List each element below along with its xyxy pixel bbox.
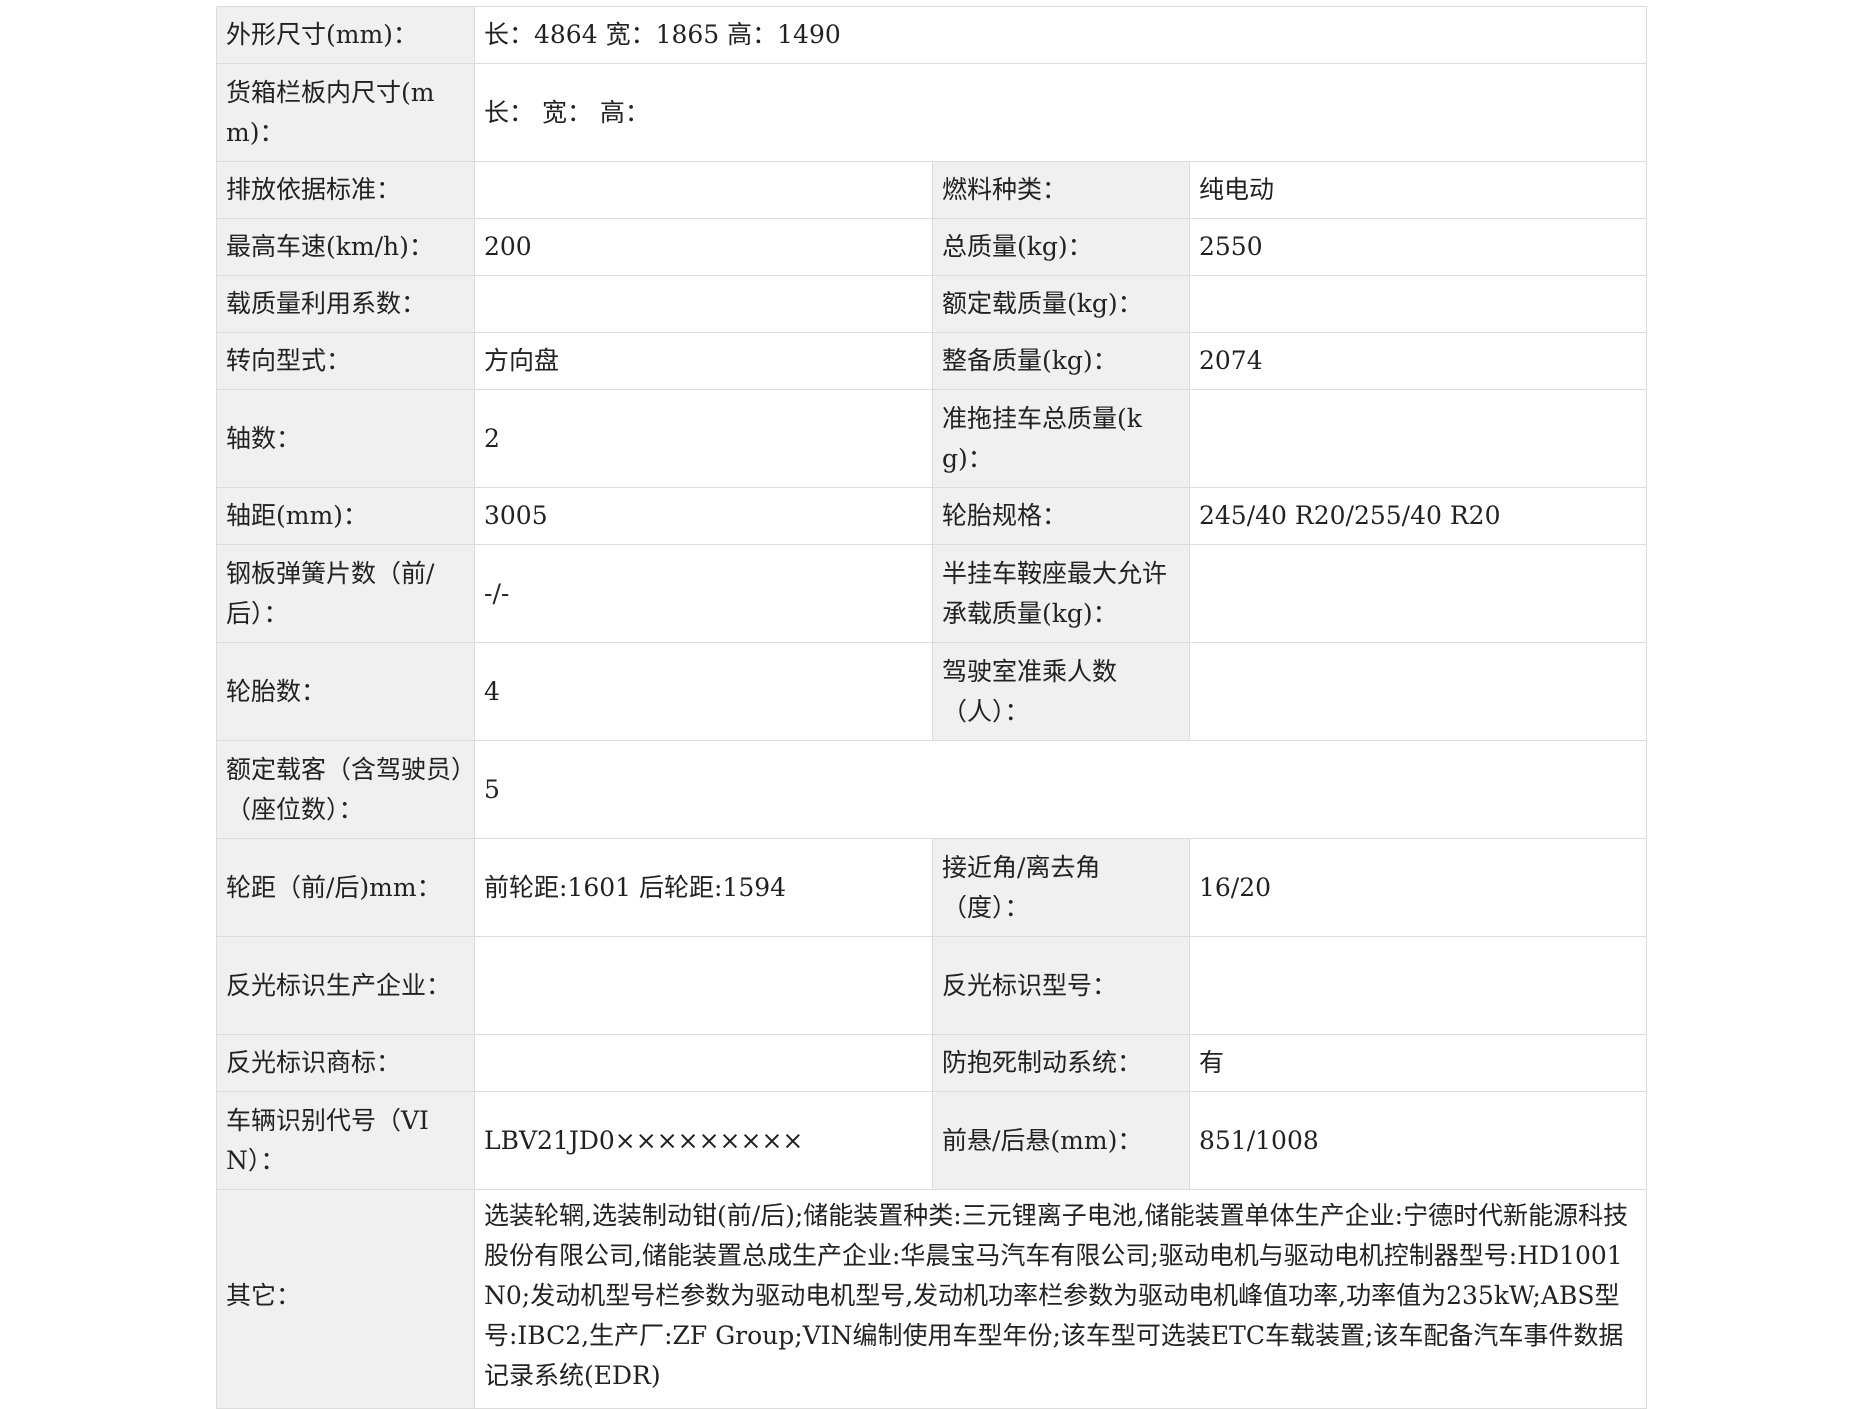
spec-label-reflector-manufacturer: 反光标识生产企业： <box>216 936 475 1035</box>
spec-value-wheelbase: 3005 <box>474 487 933 545</box>
spec-label-tire-count: 轮胎数： <box>216 642 475 741</box>
table-row: 货箱栏板内尺寸(mm)： 长： 宽： 高： <box>216 63 1648 162</box>
table-row: 钢板弹簧片数（前/后）： -/- 半挂车鞍座最大允许承载质量(kg)： <box>216 544 1648 643</box>
spec-label-approach-departure-angle: 接近角/离去角（度）： <box>932 838 1190 937</box>
table-row: 车辆识别代号（VIN）： LBV21JD0××××××××× 前悬/后悬(mm)… <box>216 1091 1648 1190</box>
spec-label-other: 其它： <box>216 1189 475 1409</box>
spec-label-wheelbase: 轴距(mm)： <box>216 487 475 545</box>
spec-label-emission-standard: 排放依据标准： <box>216 161 475 219</box>
table-row: 其它： 选装轮辋,选装制动钳(前/后);储能装置种类:三元锂离子电池,储能装置单… <box>216 1189 1648 1409</box>
table-row: 轴数： 2 准拖挂车总质量(kg)： <box>216 389 1648 488</box>
spec-label-fuel-type: 燃料种类： <box>932 161 1190 219</box>
spec-value-fuel-type: 纯电动 <box>1188 161 1648 219</box>
spec-label-tire-spec: 轮胎规格： <box>932 487 1190 545</box>
spec-label-curb-mass: 整备质量(kg)： <box>932 332 1190 390</box>
table-row: 轮胎数： 4 驾驶室准乘人数（人）： <box>216 642 1648 741</box>
spec-value-curb-mass: 2074 <box>1188 332 1648 390</box>
spec-value-rated-passengers: 5 <box>473 740 1648 839</box>
spec-value-rated-load <box>1188 275 1648 333</box>
spec-value-axle-count: 2 <box>474 389 933 488</box>
spec-value-steering-type: 方向盘 <box>474 332 933 390</box>
spec-label-axle-count: 轴数： <box>216 389 475 488</box>
spec-value-reflector-model <box>1188 936 1648 1035</box>
spec-label-leaf-springs: 钢板弹簧片数（前/后）： <box>216 544 475 643</box>
spec-value-dimensions: 长：4864 宽：1865 高：1490 <box>473 6 1648 64</box>
spec-value-max-speed: 200 <box>474 218 933 276</box>
table-row: 载质量利用系数： 额定载质量(kg)： <box>216 275 1648 333</box>
spec-label-trailer-mass: 准拖挂车总质量(kg)： <box>932 389 1190 488</box>
vehicle-spec-table: 外形尺寸(mm)： 长：4864 宽：1865 高：1490 货箱栏板内尺寸(m… <box>216 6 1648 1409</box>
spec-value-load-utilization <box>474 275 933 333</box>
spec-value-vin: LBV21JD0××××××××× <box>474 1091 933 1190</box>
spec-label-saddle-load: 半挂车鞍座最大允许承载质量(kg)： <box>932 544 1190 643</box>
spec-label-vin: 车辆识别代号（VIN）： <box>216 1091 475 1190</box>
spec-label-gross-mass: 总质量(kg)： <box>932 218 1190 276</box>
spec-value-emission-standard <box>474 161 933 219</box>
table-row: 额定载客（含驾驶员）（座位数）： 5 <box>216 740 1648 839</box>
spec-label-reflector-brand: 反光标识商标： <box>216 1034 475 1092</box>
spec-label-rated-passengers: 额定载客（含驾驶员）（座位数）： <box>216 740 475 839</box>
spec-label-reflector-model: 反光标识型号： <box>932 936 1190 1035</box>
table-row: 转向型式： 方向盘 整备质量(kg)： 2074 <box>216 332 1648 390</box>
spec-value-cargo-box-dimensions: 长： 宽： 高： <box>473 63 1648 162</box>
spec-label-abs: 防抱死制动系统： <box>932 1034 1190 1092</box>
table-row: 外形尺寸(mm)： 长：4864 宽：1865 高：1490 <box>216 6 1648 64</box>
spec-label-max-speed: 最高车速(km/h)： <box>216 218 475 276</box>
spec-value-reflector-manufacturer <box>474 936 933 1035</box>
spec-value-gross-mass: 2550 <box>1188 218 1648 276</box>
spec-label-cargo-box-dimensions: 货箱栏板内尺寸(mm)： <box>216 63 475 162</box>
spec-value-cab-occupants <box>1188 642 1648 741</box>
spec-value-tire-spec: 245/40 R20/255/40 R20 <box>1188 487 1648 545</box>
spec-value-overhang: 851/1008 <box>1188 1091 1648 1190</box>
spec-value-other: 选装轮辋,选装制动钳(前/后);储能装置种类:三元锂离子电池,储能装置单体生产企… <box>473 1189 1648 1409</box>
spec-label-steering-type: 转向型式： <box>216 332 475 390</box>
spec-label-dimensions: 外形尺寸(mm)： <box>216 6 475 64</box>
spec-label-track-width: 轮距（前/后)mm： <box>216 838 475 937</box>
spec-value-tire-count: 4 <box>474 642 933 741</box>
spec-label-load-utilization: 载质量利用系数： <box>216 275 475 333</box>
table-row: 反光标识商标： 防抱死制动系统： 有 <box>216 1034 1648 1092</box>
spec-value-leaf-springs: -/- <box>474 544 933 643</box>
spec-value-reflector-brand <box>474 1034 933 1092</box>
spec-label-cab-occupants: 驾驶室准乘人数（人）： <box>932 642 1190 741</box>
spec-label-rated-load: 额定载质量(kg)： <box>932 275 1190 333</box>
spec-value-abs: 有 <box>1188 1034 1648 1092</box>
spec-value-approach-departure-angle: 16/20 <box>1188 838 1648 937</box>
table-row: 排放依据标准： 燃料种类： 纯电动 <box>216 161 1648 219</box>
spec-value-saddle-load <box>1188 544 1648 643</box>
table-row: 轮距（前/后)mm： 前轮距:1601 后轮距:1594 接近角/离去角（度）：… <box>216 838 1648 937</box>
table-row: 反光标识生产企业： 反光标识型号： <box>216 936 1648 1035</box>
spec-value-track-width: 前轮距:1601 后轮距:1594 <box>474 838 933 937</box>
spec-value-trailer-mass <box>1188 389 1648 488</box>
spec-label-overhang: 前悬/后悬(mm)： <box>932 1091 1190 1190</box>
table-row: 最高车速(km/h)： 200 总质量(kg)： 2550 <box>216 218 1648 276</box>
table-row: 轴距(mm)： 3005 轮胎规格： 245/40 R20/255/40 R20 <box>216 487 1648 545</box>
